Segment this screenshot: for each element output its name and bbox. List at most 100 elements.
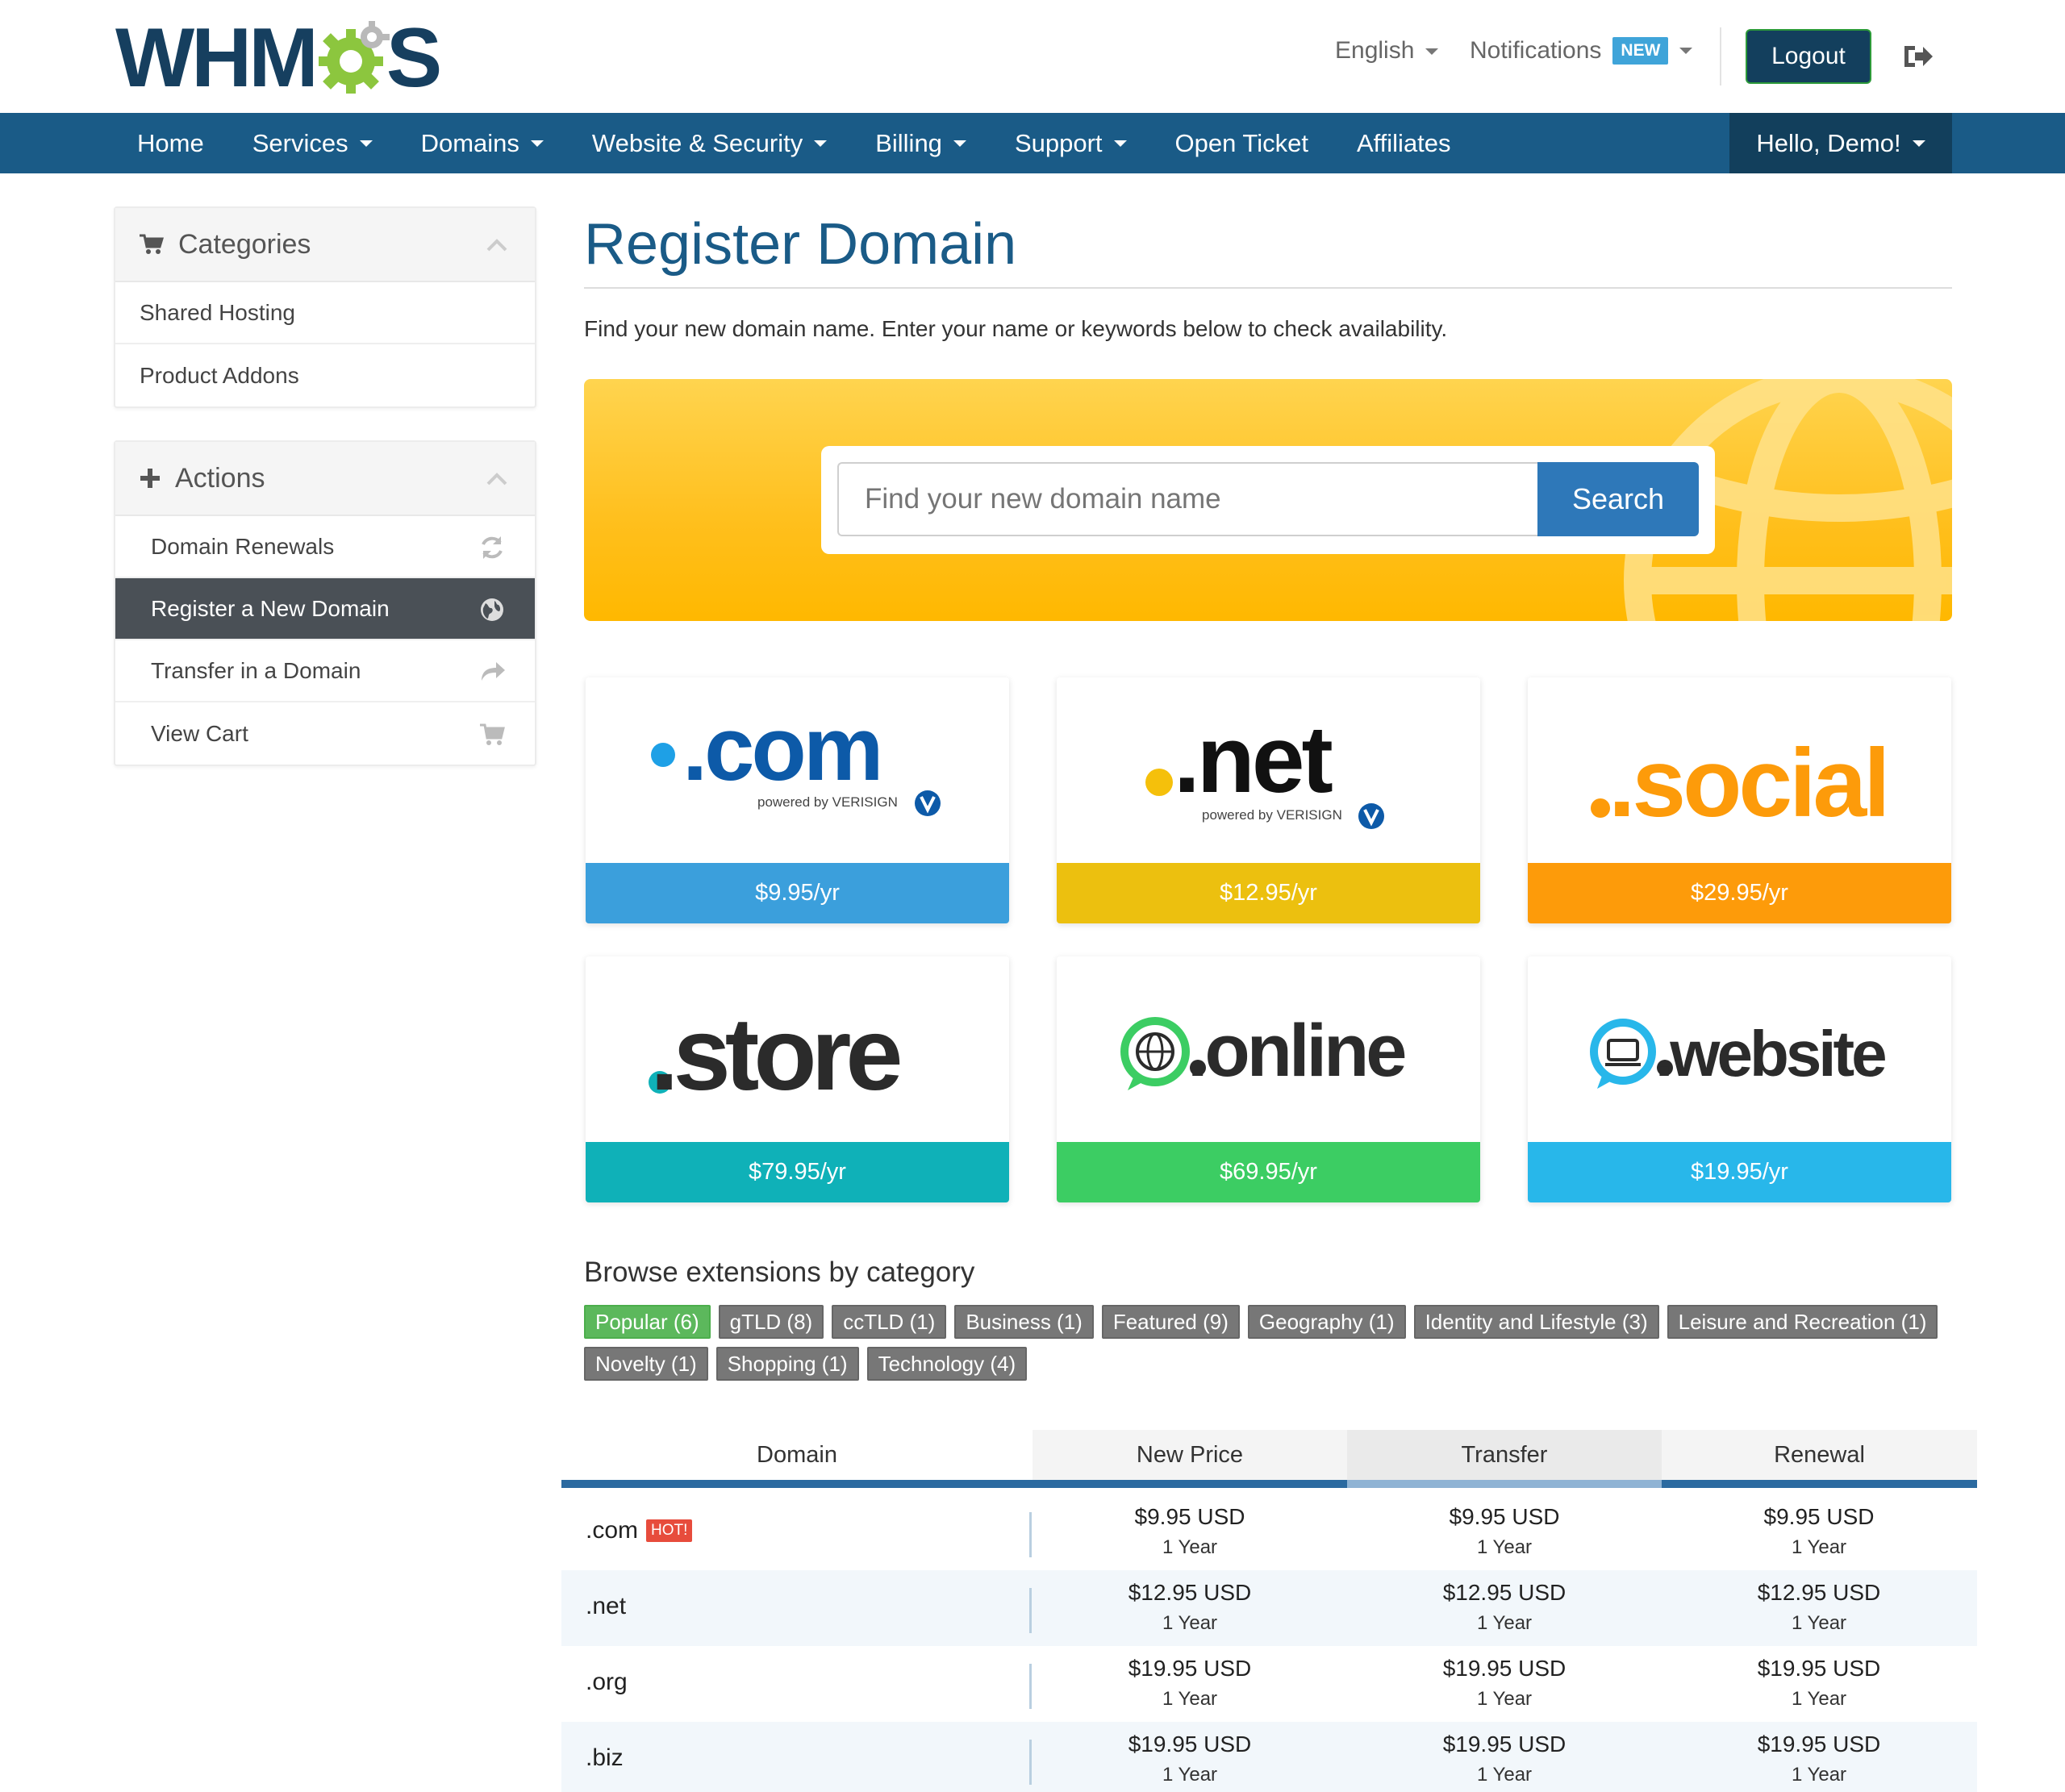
table-row[interactable]: .biz $19.95 USD 1 Year $19.95 USD 1 Year $19.… xyxy=(561,1722,1977,1792)
sign-out-icon[interactable] xyxy=(1902,44,1934,69)
category-filter[interactable]: Novelty (1) xyxy=(584,1347,708,1381)
sidebar-item-shared-hosting[interactable]: Shared Hosting xyxy=(115,282,535,344)
tld-card-net[interactable]: .net powered by VERISIGN $12.95/yr xyxy=(1057,677,1480,923)
price-amount: $9.95 USD xyxy=(1449,1504,1560,1529)
sidebar-item-product-addons[interactable]: Product Addons xyxy=(115,344,535,406)
tld-price-bar: $29.95/yr xyxy=(1528,863,1951,923)
actions-panel-header[interactable]: Actions xyxy=(115,442,535,516)
price-period: 1 Year xyxy=(1476,1764,1533,1786)
hot-badge: HOT! xyxy=(646,1519,693,1542)
nav-item-domains[interactable]: Domains xyxy=(397,113,568,173)
column-separator xyxy=(1029,1512,1032,1557)
price-amount: $9.95 USD xyxy=(1763,1504,1875,1529)
tld-name: .website xyxy=(1655,1018,1885,1090)
sidebar-item-domain-renewals[interactable]: Domain Renewals xyxy=(115,516,535,578)
tld-name: .biz xyxy=(586,1744,624,1771)
table-row[interactable]: .org $19.95 USD 1 Year $19.95 USD 1 Year $19.… xyxy=(561,1646,1977,1722)
refresh-icon xyxy=(482,536,503,559)
header-underline xyxy=(561,1480,1347,1488)
nav-item-affiliates[interactable]: Affiliates xyxy=(1333,113,1475,173)
nav-item-open-ticket[interactable]: Open Ticket xyxy=(1151,113,1333,173)
intro-text: Find your new domain name. Enter your na… xyxy=(584,316,1448,341)
category-filter[interactable]: Popular (6) xyxy=(584,1305,711,1339)
sidebar-item-view-cart[interactable]: View Cart xyxy=(115,702,535,765)
column-header-renewal[interactable]: Renewal xyxy=(1662,1430,1977,1480)
nav-item-website-security[interactable]: Website & Security xyxy=(568,113,851,173)
tld-card-website[interactable]: .website $19.95/yr xyxy=(1528,956,1951,1202)
tld-price: $79.95/yr xyxy=(749,1159,846,1185)
page-title: Register Domain xyxy=(584,212,1017,277)
category-filter[interactable]: Geography (1) xyxy=(1247,1305,1406,1339)
price-amount: $12.95 USD xyxy=(1128,1580,1252,1605)
price-amount: $19.95 USD xyxy=(1442,1732,1566,1757)
price-amount: $19.95 USD xyxy=(1128,1732,1252,1757)
tld-card-store[interactable]: .store $79.95/yr xyxy=(586,956,1009,1202)
column-header-new-price[interactable]: New Price xyxy=(1032,1430,1347,1480)
price-period: 1 Year xyxy=(1476,1688,1533,1710)
tld-price: $9.95/yr xyxy=(755,880,840,906)
category-filter[interactable]: Featured (9) xyxy=(1101,1305,1240,1339)
nav-item-billing[interactable]: Billing xyxy=(851,113,991,173)
price-cell-transfer: $9.95 USD 1 Year xyxy=(1347,1501,1662,1562)
tld-card-social[interactable]: .social $29.95/yr xyxy=(1528,677,1951,923)
language-selector[interactable]: English xyxy=(1335,37,1439,65)
column-separator xyxy=(1029,1664,1032,1709)
tld-name: .net xyxy=(586,1593,627,1619)
nav-item-home[interactable]: Home xyxy=(113,113,228,173)
category-filter[interactable]: Shopping (1) xyxy=(715,1347,859,1381)
category-filter[interactable]: gTLD (8) xyxy=(718,1305,824,1339)
nav-items: Home Services Domains Website & Security Bil… xyxy=(113,113,1475,173)
tld-name: .net xyxy=(1174,706,1332,813)
column-header-transfer[interactable]: Transfer xyxy=(1347,1430,1662,1480)
chevron-up-icon[interactable] xyxy=(486,471,507,487)
tld-name: .com xyxy=(682,698,880,799)
sidebar-item-transfer-domain[interactable]: Transfer in a Domain xyxy=(115,640,535,702)
category-filter[interactable]: Business (1) xyxy=(954,1305,1094,1339)
categories-panel-header[interactable]: Categories xyxy=(115,208,535,282)
chevron-down-icon xyxy=(814,140,828,147)
sidebar-item-register-domain[interactable]: Register a New Domain xyxy=(115,578,535,640)
notifications-menu[interactable]: Notifications NEW xyxy=(1470,37,1693,65)
cart-icon xyxy=(480,723,505,745)
column-header-domain: Domain xyxy=(561,1430,1032,1480)
chevron-down-icon xyxy=(1912,140,1925,147)
nav-item-label: Support xyxy=(1014,128,1103,157)
header-underline xyxy=(1662,1480,1977,1488)
price-period: 1 Year xyxy=(1791,1688,1847,1710)
table-row[interactable]: .net $12.95 USD 1 Year $12.95 USD 1 Year $12.… xyxy=(561,1570,1977,1646)
nav-item-label: Open Ticket xyxy=(1174,128,1308,157)
search-button[interactable]: Search xyxy=(1537,462,1699,536)
logo-text-left: WHM xyxy=(115,10,319,105)
tld-cell: .biz xyxy=(586,1744,624,1772)
category-filter[interactable]: Identity and Lifestyle (3) xyxy=(1413,1305,1659,1339)
category-filter[interactable]: ccTLD (1) xyxy=(832,1305,947,1339)
price-period: 1 Year xyxy=(1162,1536,1218,1558)
nav-item-label: Services xyxy=(252,128,348,157)
column-separator xyxy=(1029,1588,1032,1633)
category-filter[interactable]: Technology (4) xyxy=(866,1347,1028,1381)
nav-item-support[interactable]: Support xyxy=(991,113,1151,173)
nav-item-services[interactable]: Services xyxy=(228,113,397,173)
column-separator xyxy=(1029,1740,1032,1785)
table-row[interactable]: .com HOT! $9.95 USD 1 Year $9.95 USD 1 Year $9… xyxy=(561,1494,1977,1570)
chevron-down-icon xyxy=(530,140,544,147)
tld-logo-website: .website xyxy=(1528,956,1951,1142)
tld-card-online[interactable]: .online $69.95/yr xyxy=(1057,956,1480,1202)
nav-item-label: Home xyxy=(137,128,204,157)
category-row: Popular (6) gTLD (8) ccTLD (1) Business (1)… xyxy=(584,1305,1955,1339)
categories-title: Categories xyxy=(178,228,311,260)
price-cell-renewal: $19.95 USD 1 Year xyxy=(1662,1728,1976,1790)
category-filter[interactable]: Leisure and Recreation (1) xyxy=(1667,1305,1938,1339)
tld-cell: .net xyxy=(586,1593,626,1620)
tld-name: .social xyxy=(1608,729,1888,837)
tld-card-com[interactable]: .com powered by VERISIGN $9.95/yr xyxy=(586,677,1009,923)
price-amount: $19.95 USD xyxy=(1128,1656,1252,1681)
chevron-up-icon[interactable] xyxy=(486,237,507,253)
price-period: 1 Year xyxy=(1476,1612,1533,1634)
user-menu[interactable]: Hello, Demo! xyxy=(1729,113,1952,173)
whmcs-logo[interactable]: WHM S xyxy=(115,11,442,105)
price-period: 1 Year xyxy=(1791,1612,1847,1634)
tld-cell: .com HOT! xyxy=(586,1517,693,1544)
logout-button[interactable]: Logout xyxy=(1746,29,1871,84)
domain-search-input[interactable] xyxy=(837,462,1537,536)
